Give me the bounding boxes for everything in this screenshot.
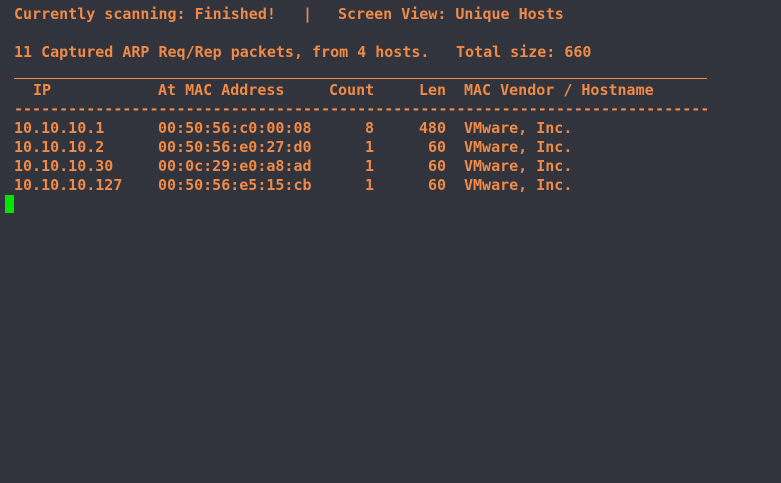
row-count: 1 — [364, 138, 374, 156]
row-mac: 00:50:56:e5:15:cb — [158, 176, 312, 194]
header-vendor: MAC Vendor / Hostname — [464, 81, 654, 99]
row-vendor: VMware, Inc. — [464, 157, 573, 175]
row-ip: 10.10.10.2 — [14, 138, 105, 156]
terminal-cursor — [5, 195, 14, 213]
capture-summary: 11 Captured ARP Req/Rep packets, from 4 … — [14, 43, 430, 61]
total-size: Total size: 660 — [456, 43, 592, 61]
row-len: 480 — [418, 119, 446, 137]
row-ip: 10.10.10.30 — [14, 157, 114, 175]
header-ip: IP — [33, 81, 52, 99]
row-vendor: VMware, Inc. — [464, 176, 573, 194]
row-count: 8 — [364, 119, 374, 137]
scan-status: Currently scanning: Finished! — [14, 5, 276, 23]
row-ip: 10.10.10.127 — [14, 176, 123, 194]
row-mac: 00:50:56:c0:00:08 — [158, 119, 312, 137]
row-len: 60 — [427, 157, 446, 175]
table-top-rule — [14, 78, 707, 79]
header-len: Len — [419, 81, 447, 99]
row-mac: 00:50:56:e0:27:d0 — [158, 138, 312, 156]
terminal-window[interactable]: Currently scanning: Finished! | Screen V… — [0, 0, 781, 483]
header-count: Count — [329, 81, 375, 99]
header-mac: At MAC Address — [158, 81, 285, 99]
row-vendor: VMware, Inc. — [464, 119, 573, 137]
status-separator: | — [303, 5, 313, 23]
row-count: 1 — [364, 176, 374, 194]
row-ip: 10.10.10.1 — [14, 119, 105, 137]
row-len: 60 — [427, 176, 446, 194]
row-count: 1 — [364, 157, 374, 175]
row-len: 60 — [427, 138, 446, 156]
header-dash-rule: ----------------------------------------… — [14, 100, 707, 118]
row-vendor: VMware, Inc. — [464, 138, 573, 156]
screen-view-label: Screen View: Unique Hosts — [338, 5, 564, 23]
row-mac: 00:0c:29:e0:a8:ad — [158, 157, 312, 175]
